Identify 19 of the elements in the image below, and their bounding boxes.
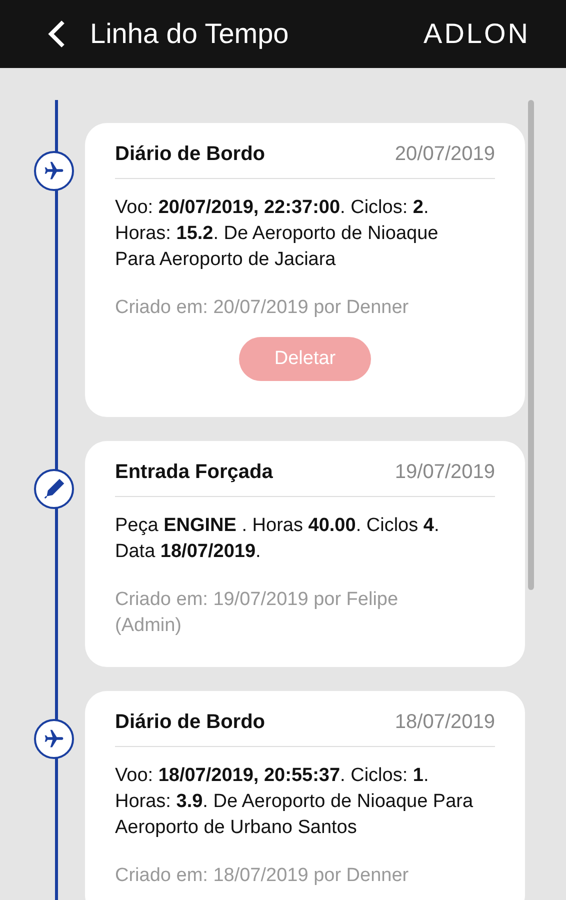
scrollbar[interactable] [528,100,534,590]
pen-icon [43,478,65,500]
page-title: Linha do Tempo [90,18,290,50]
entry-date: 20/07/2019 [394,143,495,166]
entry-description: Voo: 18/07/2019, 20:55:37. Ciclos: 1. Horas: 3.9. De Aeroporto de Nioaque Para Aeroporto de Urbano Santos [115,764,474,840]
delete-button[interactable]: Deletar [239,337,371,381]
entry-description: Peça ENGINE . Horas 40.00. Ciclos 4. Data 18/07/2019. [115,514,440,564]
entry-title: Diário de Bordo [115,143,266,166]
brand-logo: ADLON [424,18,530,50]
entry-date: 19/07/2019 [394,461,495,484]
airplane-icon [43,728,65,750]
created-info: Criado em: 19/07/2019 por Felipe (Admin) [115,588,400,638]
entry-title: Diário de Bordo [115,711,266,734]
entry-date: 18/07/2019 [394,711,495,734]
created-info: Criado em: 20/07/2019 por Denner [115,296,410,320]
entry-title: Entrada Forçada [115,461,273,484]
entry-description: Voo: 20/07/2019, 22:37:00. Ciclos: 2. Horas: 15.2. De Aeroporto de Nioaque Para Aeroporto de Jaciara [115,196,440,272]
airplane-icon [43,160,65,182]
created-info: Criado em: 18/07/2019 por Denner [115,864,410,888]
